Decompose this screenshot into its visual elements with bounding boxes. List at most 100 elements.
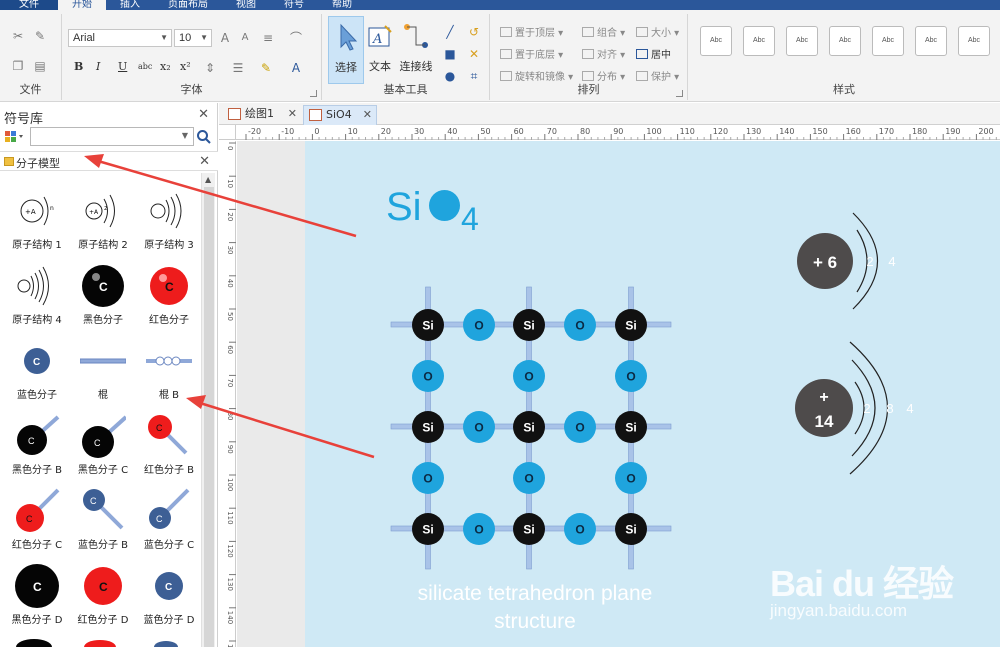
chevron-down-icon: ▼ — [160, 33, 168, 42]
tab-sio4[interactable]: SiO4 ✕ — [303, 105, 377, 125]
size-button[interactable]: 大小 ▾ — [636, 24, 679, 39]
distribute-icon — [582, 71, 594, 81]
symbol-blue-molecule-d[interactable]: C 蓝色分子 D — [136, 553, 202, 627]
symbol-red-molecule[interactable]: C 红色分子 — [136, 253, 202, 327]
style-swatch-7[interactable]: Abc — [958, 26, 990, 56]
symbol-atom-structure-4[interactable]: 原子结构 4 — [4, 253, 70, 327]
symbol-black-molecule-c[interactable]: C 黑色分子 C — [70, 403, 136, 477]
category-header[interactable]: 分子模型 ✕ — [0, 151, 218, 171]
brush-icon[interactable]: ✎ — [32, 28, 48, 44]
close-icon[interactable]: ✕ — [199, 154, 210, 169]
symbol-atom-structure-3[interactable]: 原子结构 3 — [136, 178, 202, 252]
style-swatch-6[interactable]: Abc — [915, 26, 947, 56]
italic-button[interactable]: I — [96, 60, 100, 73]
symbol-black-molecule-d[interactable]: C 黑色分子 D — [4, 553, 70, 627]
diagram-caption[interactable]: silicate tetrahedron plane structure — [385, 580, 685, 636]
text-tool-button[interactable]: A 文本 — [362, 16, 398, 84]
rectangle-tool-icon[interactable]: ■ — [442, 46, 458, 62]
symbol-black-molecule[interactable]: C 黑色分子 — [70, 253, 136, 327]
scissors-icon[interactable]: ✂ — [10, 28, 26, 44]
connector-tool-button[interactable]: 连接线 — [398, 16, 434, 84]
expand-icon[interactable] — [676, 90, 683, 97]
symbol-red-molecule-c[interactable]: C 红色分子 C — [4, 478, 70, 552]
menu-insert[interactable]: 插入 — [106, 0, 154, 10]
style-swatch-5[interactable]: Abc — [872, 26, 904, 56]
close-icon[interactable]: ✕ — [198, 107, 209, 122]
menu-home[interactable]: 开始 — [58, 0, 106, 10]
symbol-blue-molecule-c[interactable]: C 蓝色分子 C — [136, 478, 202, 552]
symbol-black-molecule-b[interactable]: C 黑色分子 B — [4, 403, 70, 477]
symbol-stick[interactable]: 棍 — [70, 328, 136, 402]
align-button[interactable]: 对齐 ▾ — [582, 46, 625, 61]
menu-view[interactable]: 视图 — [222, 0, 270, 10]
ruler-tick-label: 40 — [226, 279, 234, 288]
highlight-icon[interactable]: ✎ — [258, 60, 274, 76]
curve-icon[interactable]: ⌒ — [288, 30, 304, 46]
center-button[interactable]: 居中 — [636, 46, 671, 61]
strikethrough-button[interactable]: abc — [138, 62, 152, 71]
menu-file[interactable]: 文件 — [0, 0, 58, 10]
group-label-style: 样式 — [833, 83, 855, 96]
close-icon[interactable]: ✕ — [288, 105, 297, 123]
line-tool-icon[interactable]: ╱ — [442, 24, 458, 40]
tab-drawing1[interactable]: 绘图1 ✕ — [223, 105, 301, 125]
font-family-select[interactable]: Arial ▼ — [68, 29, 172, 47]
curve-tool-icon[interactable]: ↺ — [466, 24, 482, 40]
symbol-stick-b[interactable]: 棍 B — [136, 328, 202, 402]
scroll-thumb[interactable] — [204, 187, 214, 647]
menu-page-layout[interactable]: 页面布局 — [154, 0, 222, 10]
group-label-basic-tools: 基本工具 — [383, 83, 428, 96]
style-swatch-1[interactable]: Abc — [700, 26, 732, 56]
style-swatch-3[interactable]: Abc — [786, 26, 818, 56]
bold-button[interactable]: B — [74, 60, 83, 73]
library-search-input[interactable] — [30, 127, 194, 146]
atom-structure-4-icon — [17, 266, 49, 306]
chevron-down-icon[interactable]: ▼ — [182, 131, 188, 140]
ribbon-group-style: Abc Abc Abc Abc Abc Abc Abc 样式 — [688, 14, 1000, 100]
connector-tool-label: 连接线 — [399, 60, 433, 73]
horizontal-ruler-ticks: -20 -10 0 10 20 30 40 50 60 70 80 90 100 110 120 130 140… — [245, 127, 997, 140]
diagram-title[interactable]: Si 4 — [386, 185, 496, 237]
menu-help[interactable]: 帮助 — [318, 0, 366, 10]
style-swatch-2[interactable]: Abc — [743, 26, 775, 56]
subscript-button[interactable]: x₂ — [160, 60, 171, 73]
symbol-label: 原子结构 3 — [144, 240, 194, 251]
group-button[interactable]: 组合 ▾ — [582, 24, 625, 39]
symbol-red-molecule-b[interactable]: C 红色分子 B — [136, 403, 202, 477]
bring-front-button[interactable]: 置于顶层 ▾ — [500, 24, 563, 39]
send-back-button[interactable]: 置于底层 ▾ — [500, 46, 563, 61]
symbol-blue-molecule-b[interactable]: C 蓝色分子 B — [70, 478, 136, 552]
symbol-blue-molecule[interactable]: C 蓝色分子 — [4, 328, 70, 402]
cross-tool-icon[interactable]: ✕ — [466, 46, 482, 62]
align-icon[interactable]: ≡ — [260, 30, 276, 46]
search-icon[interactable] — [196, 129, 212, 145]
ruler-tick-label: 200 — [978, 127, 993, 136]
bullets-icon[interactable]: ☰ — [230, 60, 246, 76]
font-size-select[interactable]: 10 ▼ — [174, 29, 212, 47]
center-icon — [636, 49, 648, 59]
atom-glyph: C — [94, 438, 101, 448]
ruler-tick-label: 30 — [226, 246, 234, 255]
scroll-up-icon[interactable]: ▲ — [205, 175, 211, 184]
line-spacing-icon[interactable]: ⇕ — [202, 60, 218, 76]
style-swatch-4[interactable]: Abc — [829, 26, 861, 56]
font-shrink-icon[interactable]: A — [237, 30, 253, 46]
menu-symbol[interactable]: 符号 — [270, 0, 318, 10]
symbol-atom-structure-1[interactable]: +A n 原子结构 1 — [4, 178, 70, 252]
black-molecule-d-icon: C — [15, 564, 59, 608]
size-label: 大小 — [651, 28, 671, 39]
font-grow-icon[interactable]: A — [217, 30, 233, 46]
library-scrollbar[interactable]: ▲ — [201, 173, 215, 647]
symbol-atom-structure-2[interactable]: +A 2 原子结构 2 — [70, 178, 136, 252]
copy-icon[interactable]: ❐ — [10, 58, 26, 74]
symbol-red-molecule-d[interactable]: C 红色分子 D — [70, 553, 136, 627]
underline-button[interactable]: U — [118, 60, 127, 73]
title-oxygen-circle — [429, 190, 460, 221]
library-menu-icon[interactable] — [4, 129, 26, 145]
expand-icon[interactable] — [310, 90, 317, 97]
font-color-icon[interactable]: A — [288, 60, 304, 76]
paste-icon[interactable]: ▤ — [32, 58, 48, 74]
close-icon[interactable]: ✕ — [363, 106, 372, 124]
blue-molecule-d-icon: C — [155, 572, 183, 600]
superscript-button[interactable]: x² — [180, 60, 191, 73]
